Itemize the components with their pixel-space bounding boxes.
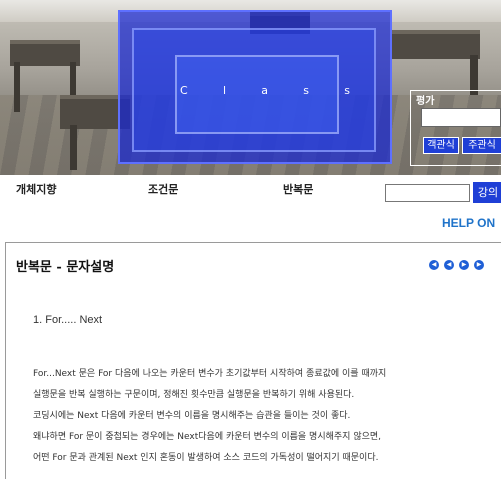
pager-controls: ◀ ◀ ▶ ▶ bbox=[429, 260, 484, 270]
lecture-search-button[interactable]: 강의 bbox=[473, 182, 501, 203]
last-icon[interactable]: ▶ bbox=[474, 260, 484, 270]
class-title-letter: s bbox=[303, 84, 309, 97]
body-text: For...Next 문은 For 다음에 나오는 카운터 변수가 초기값부터 … bbox=[33, 364, 501, 469]
desk-decoration bbox=[470, 55, 478, 95]
paragraph-line: 코딩시에는 Next 다음에 카운터 변수의 이름을 명시해주는 습관을 들이는… bbox=[33, 411, 351, 421]
nav-item-loop[interactable]: 반복문 bbox=[283, 181, 313, 197]
nav-item-object-oriented[interactable]: 개체지향 bbox=[16, 181, 56, 197]
evaluation-input[interactable] bbox=[421, 108, 501, 127]
objective-quiz-button[interactable]: 객관식 bbox=[423, 137, 459, 154]
desk-decoration bbox=[14, 62, 20, 112]
class-title-letter: C bbox=[180, 84, 188, 97]
subjective-quiz-button[interactable]: 주관식 bbox=[462, 137, 501, 154]
paragraph-line: 왜냐하면 For 문이 중첩되는 경우에는 Next다음에 카운터 변수의 이름… bbox=[33, 432, 382, 442]
page-title: 반복문 - 문자설명 bbox=[16, 260, 115, 275]
paragraph-line: For...Next 문은 For 다음에 나오는 카운터 변수가 초기값부터 … bbox=[33, 369, 387, 379]
first-icon[interactable]: ◀ bbox=[429, 260, 439, 270]
search-input[interactable] bbox=[385, 184, 470, 202]
desk-decoration bbox=[70, 125, 77, 170]
section-subheading: 1. For..... Next bbox=[33, 314, 103, 326]
next-icon[interactable]: ▶ bbox=[459, 260, 469, 270]
class-title-letter: s bbox=[344, 84, 350, 97]
desk-decoration bbox=[390, 30, 480, 59]
prev-icon[interactable]: ◀ bbox=[444, 260, 454, 270]
class-title: C l a s s bbox=[180, 84, 350, 97]
help-on-link[interactable]: HELP ON bbox=[442, 216, 495, 230]
paragraph-line: 실행문을 반복 실행하는 구문이며, 정해진 횟수만큼 실행문을 반복하기 위해… bbox=[33, 390, 355, 400]
class-title-letter: a bbox=[261, 84, 268, 97]
paragraph-line: 어떤 For 문과 관계된 Next 인지 혼동이 발생하여 소스 코드의 가독… bbox=[33, 453, 379, 463]
nav-item-conditional[interactable]: 조건문 bbox=[148, 181, 178, 197]
class-title-letter: l bbox=[222, 84, 226, 97]
evaluation-label: 평가 bbox=[416, 96, 435, 107]
